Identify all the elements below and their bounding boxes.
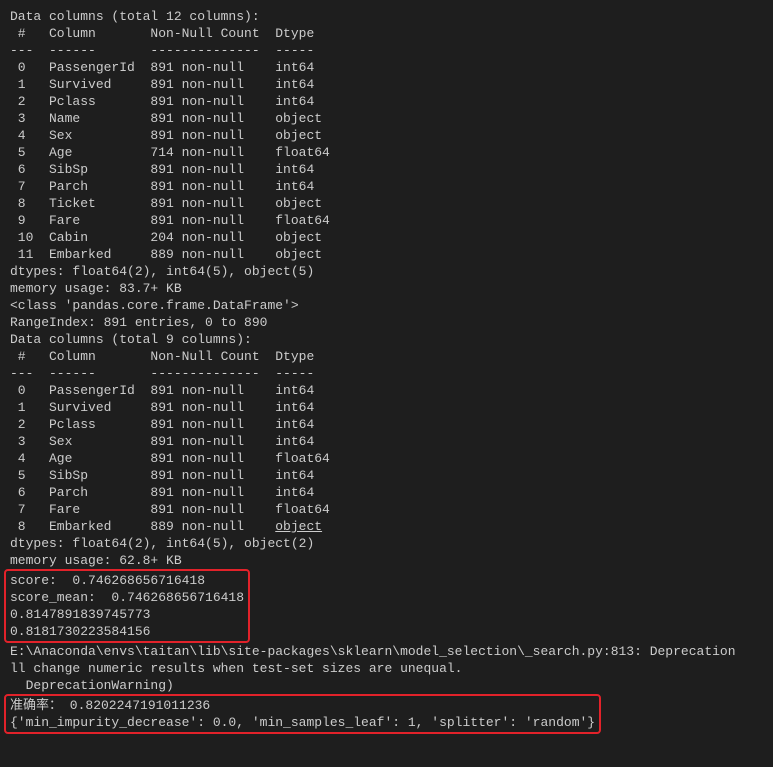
df1-row: 1 Survived 891 non-null int64 xyxy=(10,77,330,92)
highlight-box-2: 准确率： 0.8202247191011236 {'min_impurity_d… xyxy=(4,694,601,734)
df1-row: 11 Embarked 889 non-null object xyxy=(10,247,330,262)
warning-line: E:\Anaconda\envs\taitan\lib\site-package… xyxy=(10,644,736,659)
df2-row: 7 Fare 891 non-null float64 xyxy=(10,502,330,517)
df2-row: 6 Parch 891 non-null int64 xyxy=(10,485,330,500)
df1-row: 9 Fare 891 non-null float64 xyxy=(10,213,330,228)
df1-row: 8 Ticket 891 non-null object xyxy=(10,196,330,211)
df1-row: 0 PassengerId 891 non-null int64 xyxy=(10,60,330,75)
df2-dtypes: dtypes: float64(2), int64(5), object(2) xyxy=(10,536,314,551)
df2-row: 2 Pclass 891 non-null int64 xyxy=(10,417,330,432)
df1-row: 5 Age 714 non-null float64 xyxy=(10,145,330,160)
df1-row: 6 SibSp 891 non-null int64 xyxy=(10,162,330,177)
df1-memory: memory usage: 83.7+ KB xyxy=(10,281,182,296)
df2-row: 4 Age 891 non-null float64 xyxy=(10,451,330,466)
value-line: 0.8181730223584156 xyxy=(10,624,150,639)
score-line: score: 0.746268656716418 xyxy=(10,573,205,588)
dtype-object-underlined: object xyxy=(275,519,322,534)
df2-row: 1 Survived 891 non-null int64 xyxy=(10,400,330,415)
df2-memory: memory usage: 62.8+ KB xyxy=(10,553,182,568)
terminal-output[interactable]: Data columns (total 12 columns): # Colum… xyxy=(0,0,773,742)
df1-col-header: # Column Non-Null Count Dtype xyxy=(10,26,330,41)
df2-row-8: 8 Embarked 889 non-null object xyxy=(10,519,322,534)
df1-header: Data columns (total 12 columns): xyxy=(10,9,260,24)
df1-dtypes: dtypes: float64(2), int64(5), object(5) xyxy=(10,264,314,279)
params-line: {'min_impurity_decrease': 0.0, 'min_samp… xyxy=(10,715,595,730)
score-mean-line: score_mean: 0.746268656716418 xyxy=(10,590,244,605)
df2-row: 3 Sex 891 non-null int64 xyxy=(10,434,330,449)
range-index-line: RangeIndex: 891 entries, 0 to 890 xyxy=(10,315,267,330)
highlight-box-1: score: 0.746268656716418 score_mean: 0.7… xyxy=(4,569,250,643)
df1-row: 4 Sex 891 non-null object xyxy=(10,128,330,143)
class-line: <class 'pandas.core.frame.DataFrame'> xyxy=(10,298,299,313)
df2-header: Data columns (total 9 columns): xyxy=(10,332,252,347)
df2-col-header: # Column Non-Null Count Dtype xyxy=(10,349,330,364)
warning-line: DeprecationWarning) xyxy=(10,678,174,693)
df2-divider: --- ------ -------------- ----- xyxy=(10,366,330,381)
warning-line: ll change numeric results when test-set … xyxy=(10,661,462,676)
df2-row: 5 SibSp 891 non-null int64 xyxy=(10,468,330,483)
df2-row: 0 PassengerId 891 non-null int64 xyxy=(10,383,330,398)
df1-row: 7 Parch 891 non-null int64 xyxy=(10,179,330,194)
df1-row: 3 Name 891 non-null object xyxy=(10,111,330,126)
df1-row: 2 Pclass 891 non-null int64 xyxy=(10,94,330,109)
accuracy-line: 准确率： 0.8202247191011236 xyxy=(10,698,210,713)
df1-row: 10 Cabin 204 non-null object xyxy=(10,230,330,245)
df1-divider: --- ------ -------------- ----- xyxy=(10,43,330,58)
value-line: 0.8147891839745773 xyxy=(10,607,150,622)
